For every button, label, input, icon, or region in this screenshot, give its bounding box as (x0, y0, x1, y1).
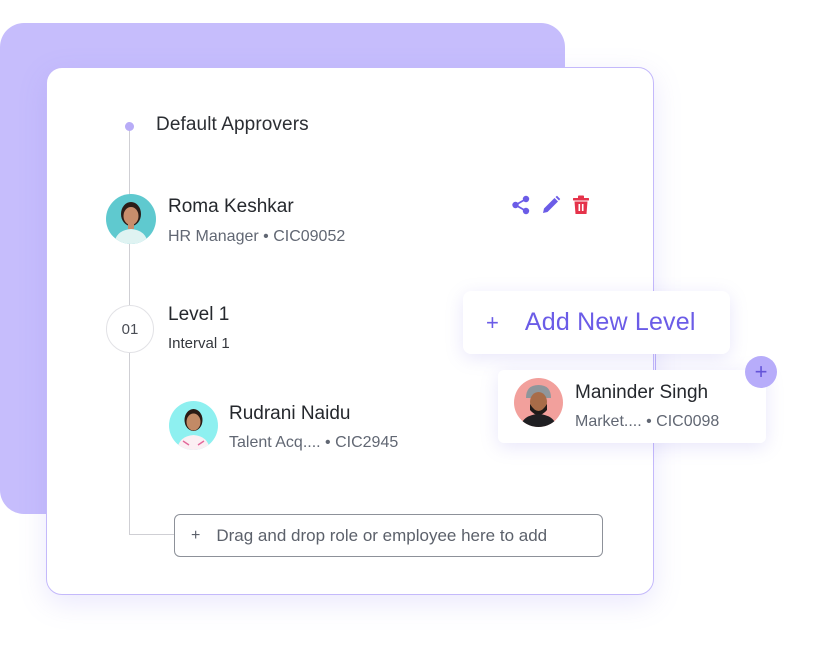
timeline-start-dot (125, 122, 134, 131)
dragged-employee-card[interactable]: Maninder Singh Market.... • CIC0098 (498, 370, 766, 443)
level-interval: Interval 1 (168, 335, 230, 352)
drag-guide-line (655, 354, 656, 370)
timeline-connector (129, 534, 175, 535)
add-new-level-button[interactable]: + Add New Level (463, 291, 730, 354)
employee-name: Maninder Singh (575, 382, 709, 403)
plus-icon: + (191, 526, 201, 544)
share-icon[interactable] (511, 194, 531, 216)
add-new-level-label: Add New Level (524, 308, 696, 336)
approver-actions (511, 194, 591, 216)
drop-zone-label: Drag and drop role or employee here to a… (216, 525, 548, 545)
avatar-rudrani-naidu (169, 401, 218, 450)
section-title: Default Approvers (156, 114, 309, 135)
level-title: Level 1 (168, 304, 230, 325)
edit-pencil-icon[interactable] (541, 194, 561, 216)
level-approver-subtitle: Talent Acq.... • CIC2945 (229, 434, 399, 451)
avatar-maninder-singh (514, 378, 563, 427)
approver-name: Roma Keshkar (168, 196, 294, 217)
employee-subtitle: Market.... • CIC0098 (575, 413, 720, 430)
level-approver-name: Rudrani Naidu (229, 403, 351, 424)
level-number-badge: 01 (106, 305, 154, 353)
plus-icon: + (486, 309, 499, 335)
drop-zone[interactable]: + Drag and drop role or employee here to… (174, 514, 603, 557)
trash-icon[interactable] (571, 194, 591, 216)
add-employee-plus-icon[interactable]: + (745, 356, 777, 388)
avatar-roma-keshkar (106, 194, 156, 244)
approver-subtitle: HR Manager • CIC09052 (168, 228, 346, 245)
